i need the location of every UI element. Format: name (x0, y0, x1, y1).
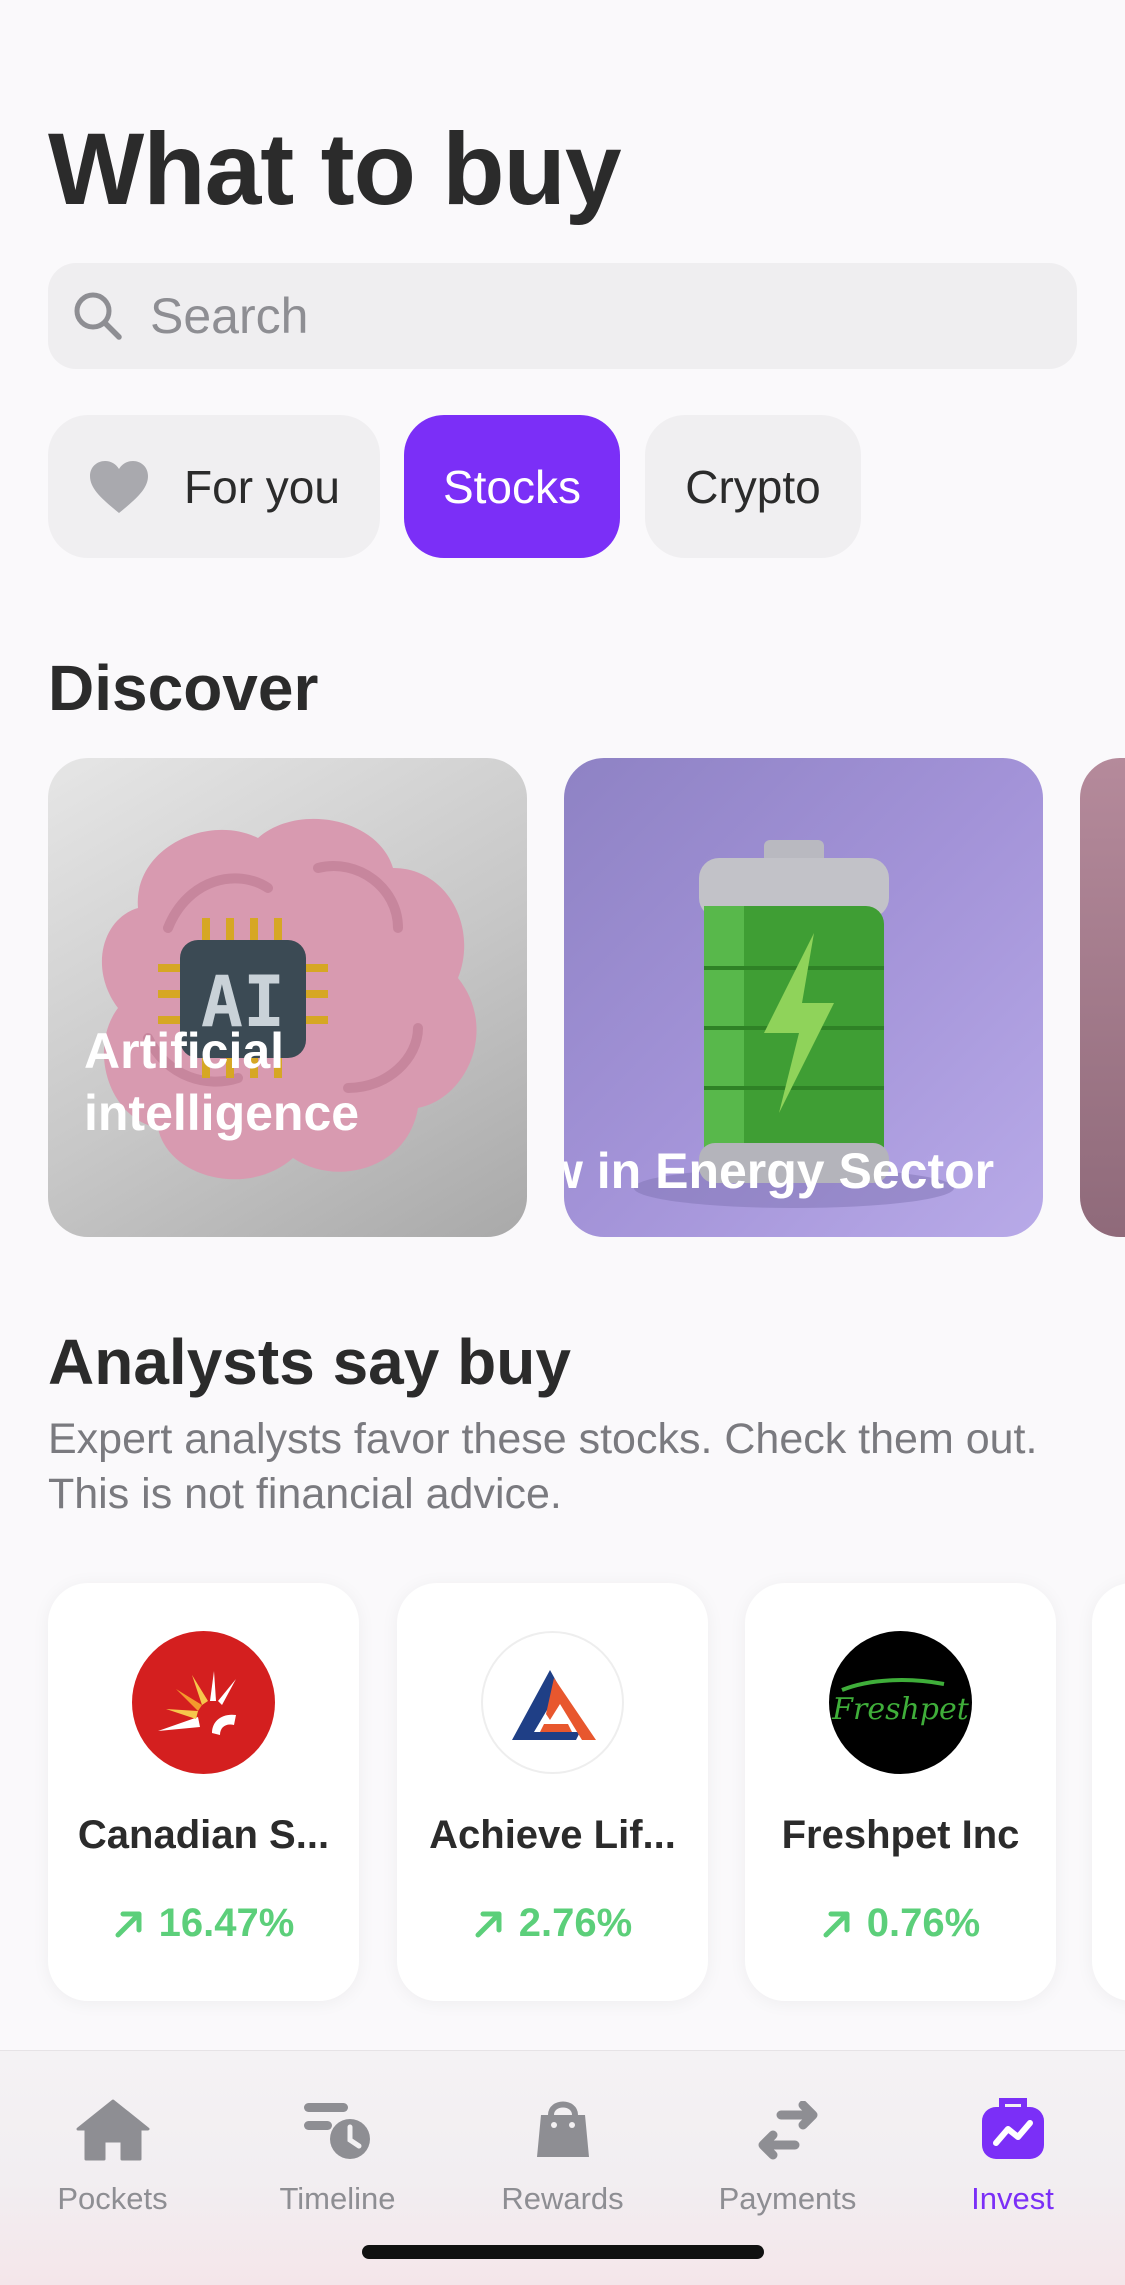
stock-change-value: 16.47% (158, 1901, 295, 1945)
stock-change: 0.76% (745, 1901, 1056, 1946)
filter-chip-stocks[interactable]: Stocks (404, 415, 620, 558)
arrow-up-right-icon (115, 1911, 142, 1937)
ai-brain-illustration: AI (101, 818, 477, 1180)
filter-chip-for-you[interactable]: For you (48, 415, 380, 558)
tab-pockets[interactable]: Pockets (0, 2069, 225, 2239)
filter-chip-label: For you (184, 460, 340, 513)
discover-card-label: w in Energy Sector (564, 1143, 995, 1199)
tab-timeline[interactable]: Timeline (225, 2069, 450, 2239)
tab-label: Rewards (501, 2181, 624, 2216)
heart-icon (90, 460, 149, 513)
stock-change-value: 0.76% (866, 1901, 981, 1945)
stock-change: 2.76% (397, 1901, 708, 1946)
tab-label: Timeline (279, 2181, 396, 2216)
filter-chip-label: Stocks (442, 460, 582, 513)
tab-label: Payments (718, 2181, 857, 2216)
freshpet-logo: Freshpet (832, 1678, 969, 1727)
search-bar[interactable] (48, 263, 1077, 369)
stock-change-value: 2.76% (518, 1901, 633, 1945)
stock-card-canadian[interactable]: Canadian S... 16.47% (48, 1583, 359, 2001)
discover-heading: Discover (48, 652, 319, 724)
stock-logo: Freshpet (829, 1631, 972, 1774)
sunburst-logo-icon (158, 1671, 236, 1735)
discover-card-ai[interactable]: AI Artificial intelligence (48, 758, 527, 1237)
stock-name: Freshpet Inc (781, 1813, 1020, 1857)
stock-card-partial[interactable] (1092, 1583, 1125, 2001)
search-icon (74, 292, 122, 340)
tab-payments[interactable]: Payments (675, 2069, 900, 2239)
transfer-arrows-icon (758, 2101, 817, 2160)
discover-card-partial[interactable] (1080, 758, 1125, 1237)
tab-label: Invest (971, 2181, 1054, 2216)
stock-change: 16.47% (48, 1901, 359, 1946)
discover-card-energy[interactable]: w in Energy Sector (564, 758, 1043, 1237)
filter-chip-crypto[interactable]: Crypto (645, 415, 861, 558)
invest-briefcase-icon (981, 2098, 1044, 2159)
arrow-up-right-icon (823, 1911, 850, 1937)
page-title: What to buy (48, 112, 622, 226)
arrow-up-right-icon (475, 1911, 502, 1937)
analysts-subtitle: Expert analysts favor these stocks. Chec… (48, 1415, 1038, 1518)
stock-logo (481, 1631, 624, 1774)
stock-name: Canadian S... (77, 1813, 330, 1857)
stock-card-freshpet[interactable]: Freshpet Freshpet Inc 0.76% (745, 1583, 1056, 2001)
timeline-icon (303, 2103, 370, 2159)
triangle-logo-icon (511, 1669, 596, 1740)
shopping-bag-icon (536, 2101, 589, 2157)
search-input[interactable] (148, 286, 1032, 346)
stock-name: Achieve Lif... (429, 1813, 676, 1857)
tab-label: Pockets (57, 2181, 168, 2216)
analysts-heading: Analysts say buy (48, 1326, 571, 1398)
stock-card-achieve[interactable]: Achieve Lif... 2.76% (397, 1583, 708, 2001)
tab-rewards[interactable]: Rewards (450, 2069, 675, 2239)
home-icon (76, 2099, 149, 2161)
home-indicator[interactable] (362, 2245, 764, 2259)
tab-invest[interactable]: Invest (900, 2069, 1125, 2239)
stock-logo (132, 1631, 275, 1774)
filter-chip-label: Crypto (685, 460, 821, 513)
freshpet-logo-text: Freshpet (832, 1692, 969, 1727)
discover-card-label: Artificial intelligence (84, 1023, 360, 1141)
